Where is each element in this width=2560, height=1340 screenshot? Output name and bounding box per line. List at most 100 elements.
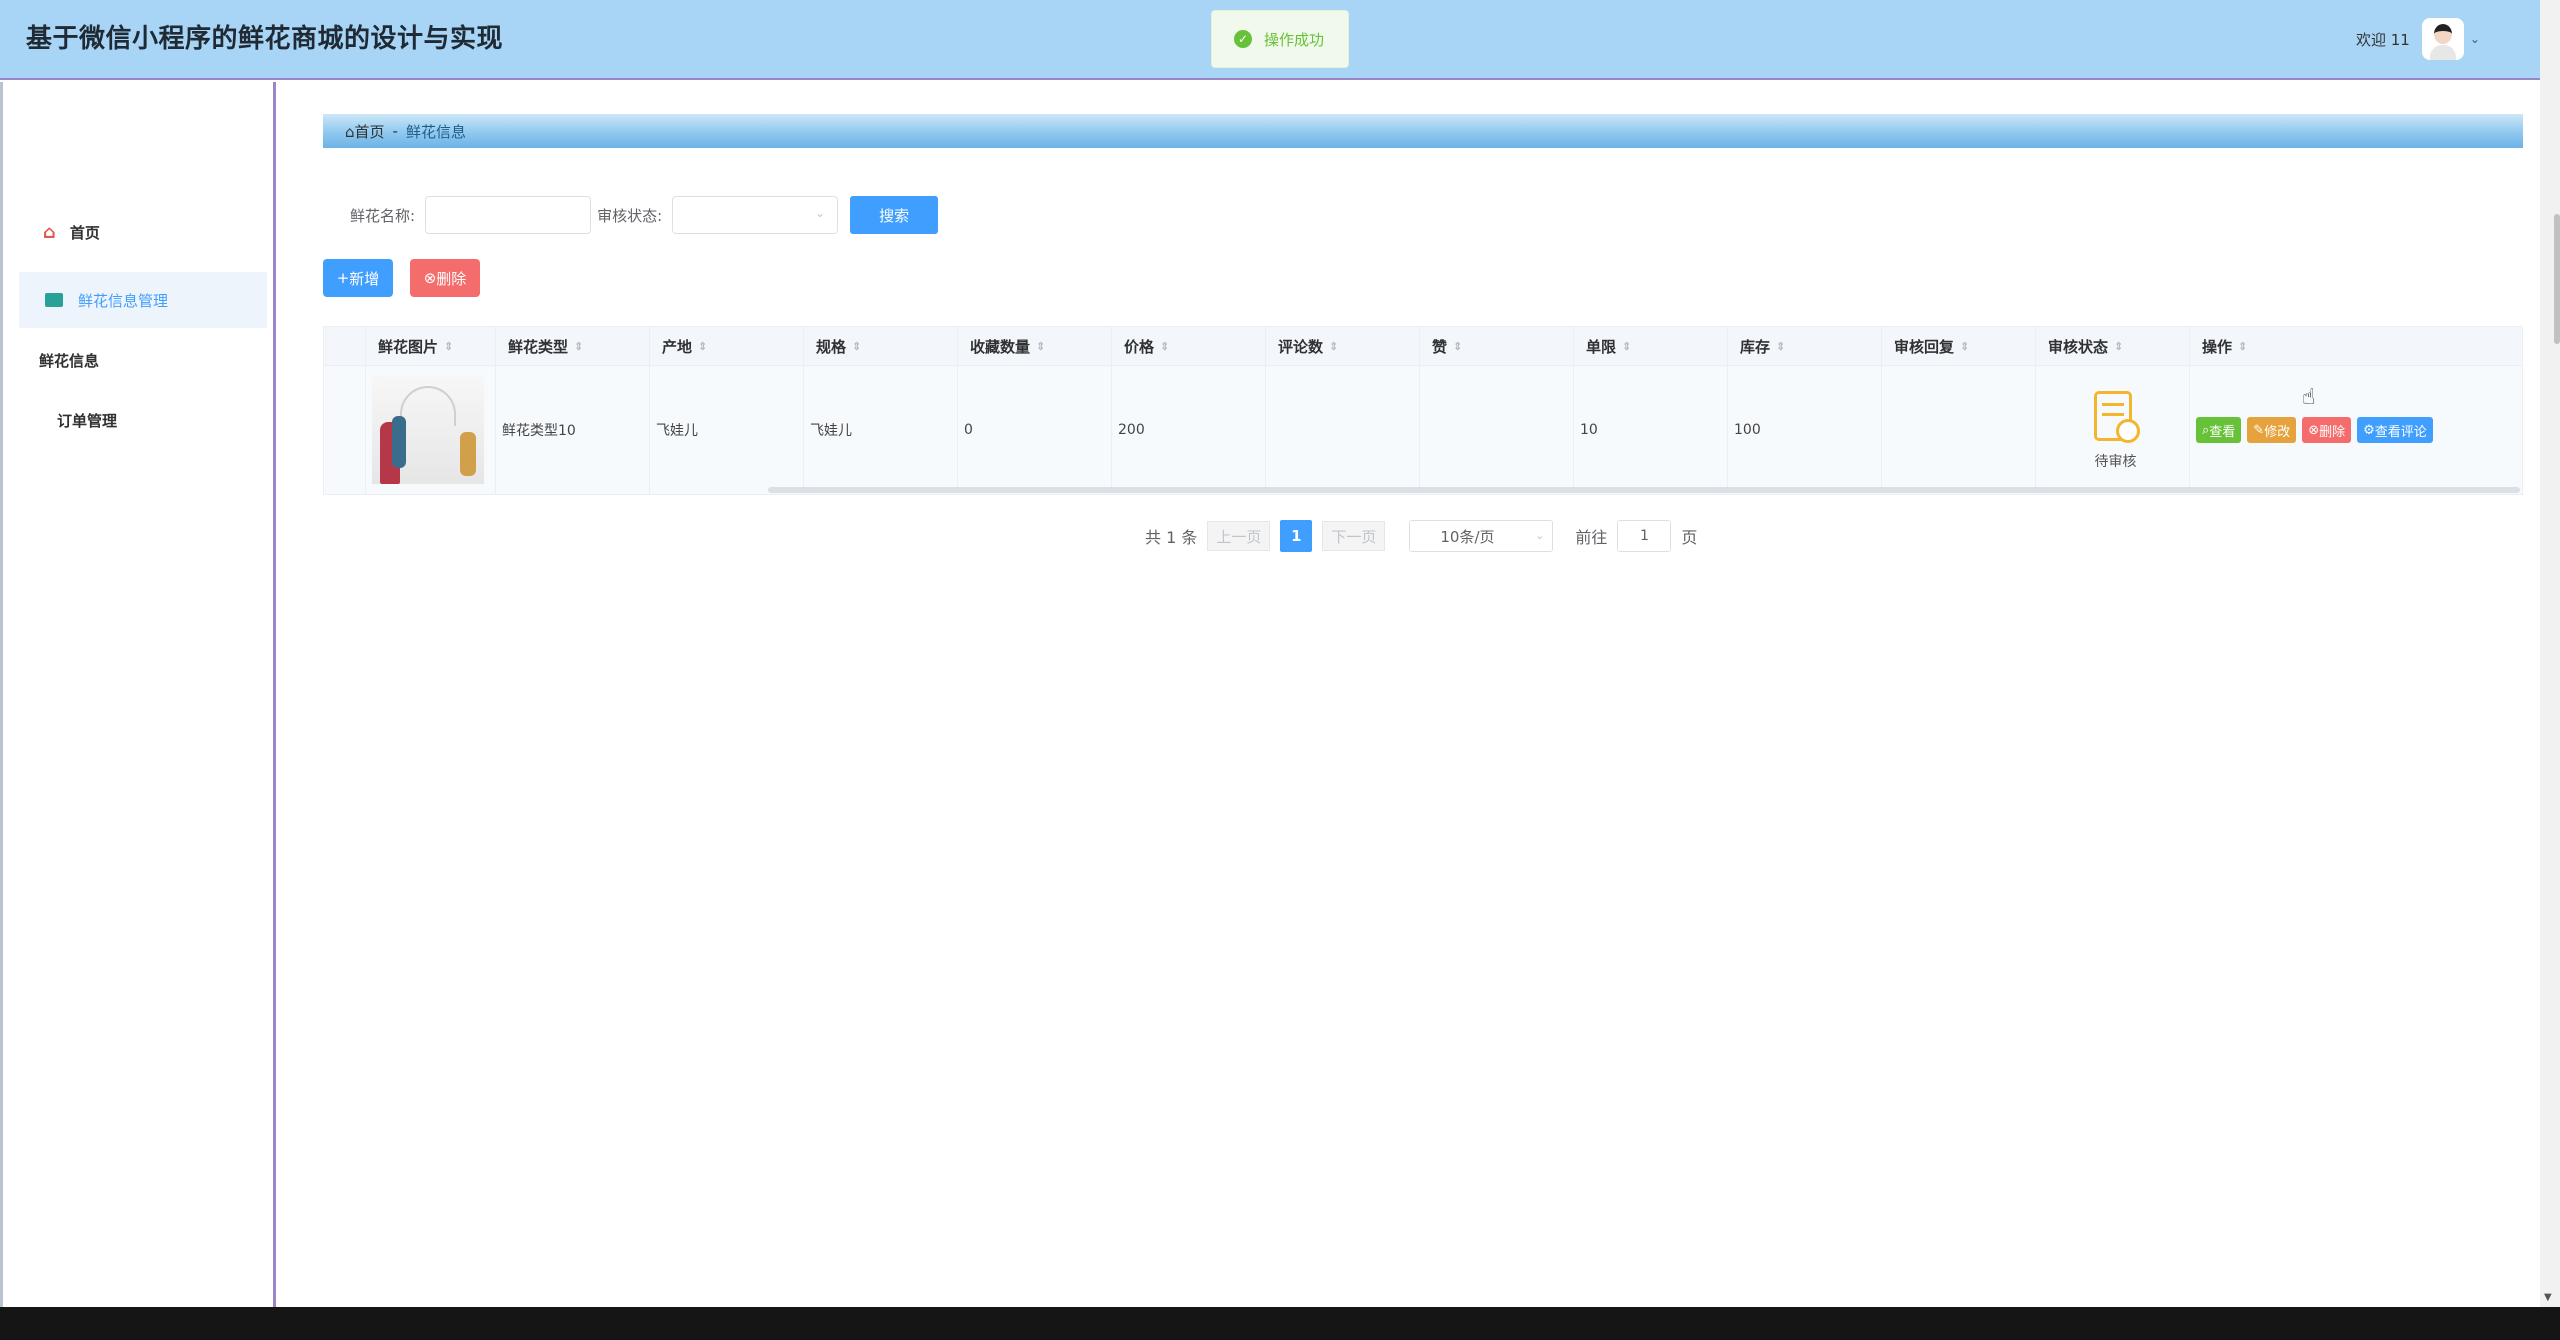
hand-cursor-icon: ☝ xyxy=(2302,385,2316,410)
col-header[interactable]: 鲜花图片 ⇕ xyxy=(366,327,496,365)
sidebar: ⌂ 首页 鲜花信息管理 鲜花信息 订单管理 xyxy=(0,82,276,1307)
chevron-down-icon: ⌄ xyxy=(815,206,826,220)
stock-cell: 100 xyxy=(1728,366,1882,494)
sidebar-item-flower-info[interactable]: 鲜花信息 xyxy=(39,350,99,371)
check-circle-icon: ✓ xyxy=(1234,30,1252,48)
home-icon: ⌂ xyxy=(43,222,56,243)
col-header[interactable]: 单限 ⇕ xyxy=(1574,327,1728,365)
gear-icon: ⚙ xyxy=(2363,422,2375,438)
sort-icon: ⇕ xyxy=(2238,339,2248,353)
col-header[interactable]: 评论数 ⇕ xyxy=(1266,327,1420,365)
flower-name-input[interactable] xyxy=(425,196,592,234)
sort-icon: ⇕ xyxy=(1036,339,1046,353)
status-select[interactable]: ⌄ xyxy=(672,196,839,234)
add-button[interactable]: + 新增 xyxy=(323,259,393,297)
col-header[interactable]: 赞 ⇕ xyxy=(1420,327,1574,365)
pending-review-icon xyxy=(2090,389,2142,445)
status-label: 审核状态: xyxy=(597,206,663,225)
breadcrumb: ⌂首页 - 鲜花信息 xyxy=(323,114,2523,148)
price-cell: 200 xyxy=(1112,366,1266,494)
view-button[interactable]: ⌕ 查看 xyxy=(2196,417,2242,443)
bottom-bar xyxy=(0,1307,2560,1340)
sidebar-item-orders[interactable]: 订单管理 xyxy=(57,410,117,431)
search-button[interactable]: 搜索 xyxy=(850,196,939,234)
search-icon: ⌕ xyxy=(2202,422,2210,438)
sort-icon: ⇕ xyxy=(2114,339,2124,353)
sort-icon: ⇕ xyxy=(1960,339,1970,353)
status-text: 待审核 xyxy=(2094,454,2137,470)
table-row: 鲜花类型10 飞娃儿 飞娃儿 0 200 10 100 待审核 ⌕ 查看 ✎ 修改 … xyxy=(324,366,2522,494)
table-header: 鲜花图片 ⇕ 鲜花类型 ⇕ 产地 ⇕ 规格 ⇕ 收藏数量 ⇕ 价格 ⇕ 评论数 ⇕ 赞 ⇕ 单限… xyxy=(324,327,2522,366)
origin-cell: 飞娃儿 xyxy=(650,366,804,494)
col-header[interactable]: 库存 ⇕ xyxy=(1728,327,1882,365)
plus-icon: + xyxy=(336,269,350,287)
sort-icon: ⇕ xyxy=(1329,339,1339,353)
breadcrumb-separator: - xyxy=(392,122,398,140)
reply-cell xyxy=(1882,366,2036,494)
delete-button[interactable]: ⊗ 删除 xyxy=(2302,417,2352,443)
edit-button[interactable]: ✎ 修改 xyxy=(2247,417,2297,443)
sort-icon: ⇕ xyxy=(574,339,584,353)
close-circle-icon: ⊗ xyxy=(423,269,437,287)
table-icon xyxy=(45,293,63,307)
app-header: 基于微信小程序的鲜花商城的设计与实现 ✓ 操作成功 欢迎 11 ⌄ xyxy=(0,0,2540,80)
avatar[interactable] xyxy=(2421,18,2464,60)
sidebar-item-flower-management[interactable]: 鲜花信息管理 xyxy=(19,272,267,328)
sort-icon: ⇕ xyxy=(698,339,708,353)
close-circle-icon: ⊗ xyxy=(2308,422,2320,438)
user-menu[interactable]: 欢迎 11 ⌄ xyxy=(2356,18,2480,60)
col-header[interactable]: 收藏数量 ⇕ xyxy=(958,327,1112,365)
sort-icon: ⇕ xyxy=(1160,339,1170,353)
view-comments-button[interactable]: ⚙ 查看评论 xyxy=(2357,417,2433,443)
row-select-cell[interactable] xyxy=(324,366,366,494)
sort-icon: ⇕ xyxy=(1622,339,1632,353)
select-column-header[interactable] xyxy=(324,327,366,365)
total-count: 共 1 条 xyxy=(1145,528,1198,547)
favorites-cell: 0 xyxy=(958,366,1112,494)
next-page-button[interactable]: 下一页 xyxy=(1322,521,1386,551)
status-cell: 待审核 xyxy=(2036,366,2190,494)
pagination: 共 1 条 上一页 1 下一页 10条/页 ⌄ 前往 1 页 xyxy=(1145,520,1697,552)
spec-cell: 飞娃儿 xyxy=(804,366,958,494)
sort-icon: ⇕ xyxy=(1453,339,1463,353)
flower-table: 鲜花图片 ⇕ 鲜花类型 ⇕ 产地 ⇕ 规格 ⇕ 收藏数量 ⇕ 价格 ⇕ 评论数 ⇕ 赞 ⇕ 单限… xyxy=(323,326,2523,495)
app-title: 基于微信小程序的鲜花商城的设计与实现 xyxy=(26,24,504,54)
sort-icon: ⇕ xyxy=(444,339,454,353)
col-header[interactable]: 规格 ⇕ xyxy=(804,327,958,365)
chevron-down-icon[interactable]: ⌄ xyxy=(2470,32,2480,46)
batch-delete-button[interactable]: ⊗ 删除 xyxy=(410,259,480,297)
sidebar-item-home[interactable]: ⌂ 首页 xyxy=(43,222,100,243)
col-header[interactable]: 审核回复 ⇕ xyxy=(1882,327,2036,365)
goto-page-input[interactable]: 1 xyxy=(1617,520,1672,552)
scrollbar-thumb[interactable] xyxy=(2554,214,2560,344)
page-size-select[interactable]: 10条/页 ⌄ xyxy=(1409,520,1554,552)
limit-cell: 10 xyxy=(1574,366,1728,494)
type-cell: 鲜花类型10 xyxy=(496,366,650,494)
goto-label: 前往 xyxy=(1575,528,1608,547)
prev-page-button[interactable]: 上一页 xyxy=(1207,521,1271,551)
flower-image[interactable] xyxy=(372,376,484,484)
success-toast: ✓ 操作成功 xyxy=(1211,10,1349,68)
breadcrumb-home[interactable]: ⌂首页 xyxy=(345,121,385,142)
col-header[interactable]: 产地 ⇕ xyxy=(650,327,804,365)
scroll-down-icon[interactable]: ▼ xyxy=(2544,1292,2552,1303)
col-header[interactable]: 审核状态 ⇕ xyxy=(2036,327,2190,365)
comments-cell xyxy=(1266,366,1420,494)
name-label: 鲜花名称: xyxy=(350,206,416,225)
sort-icon: ⇕ xyxy=(852,339,862,353)
toast-text: 操作成功 xyxy=(1264,30,1325,49)
col-header[interactable]: 操作 ⇕ xyxy=(2190,327,2522,365)
edit-icon: ✎ xyxy=(2253,422,2265,438)
col-header[interactable]: 鲜花类型 ⇕ xyxy=(496,327,650,365)
breadcrumb-current: 鲜花信息 xyxy=(405,122,466,141)
welcome-text: 欢迎 11 xyxy=(2356,30,2410,49)
col-header[interactable]: 价格 ⇕ xyxy=(1112,327,1266,365)
likes-cell xyxy=(1420,366,1574,494)
sort-icon: ⇕ xyxy=(1776,339,1786,353)
search-bar: 鲜花名称: 审核状态: ⌄ 搜索 xyxy=(350,196,939,234)
page-unit-label: 页 xyxy=(1681,528,1698,547)
page-vertical-scrollbar[interactable]: ▼ xyxy=(2540,0,2560,1307)
flower-image-cell xyxy=(366,366,496,494)
current-page[interactable]: 1 xyxy=(1280,520,1313,552)
table-horizontal-scrollbar[interactable] xyxy=(768,487,2520,493)
